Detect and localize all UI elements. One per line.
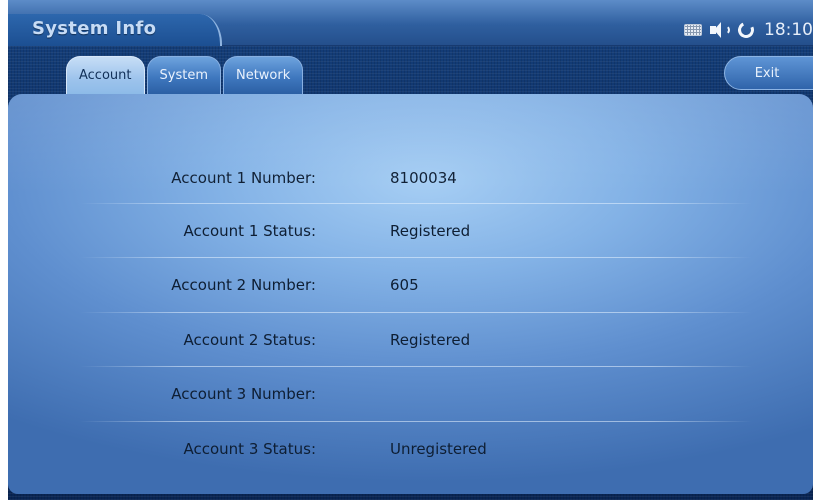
info-label: Account 1 Number: [171, 169, 316, 187]
info-label: Account 3 Number: [171, 385, 316, 403]
info-row-account-2-number: Account 2 Number: 605 [8, 258, 813, 312]
info-row-account-3-number: Account 3 Number: [8, 367, 813, 421]
title-bar: System Info 18:10 [8, 0, 813, 46]
sync-icon [735, 19, 757, 41]
info-label: Account 2 Status: [183, 331, 317, 349]
info-value: Unregistered [390, 440, 487, 458]
info-value: 605 [390, 276, 419, 294]
info-row-account-1-number: Account 1 Number: 8100034 [8, 151, 813, 205]
info-label: Account 2 Number: [171, 276, 316, 294]
tab-network[interactable]: Network [222, 56, 304, 94]
info-value: Registered [390, 222, 471, 240]
tab-account[interactable]: Account [66, 56, 145, 94]
info-label: Account 3 Status: [183, 440, 317, 458]
volume-icon[interactable] [710, 22, 730, 38]
status-area: 18:10 [676, 19, 813, 41]
tab-system[interactable]: System [146, 56, 221, 94]
info-label: Account 1 Status: [183, 222, 317, 240]
clock: 18:10 [764, 20, 813, 40]
info-value: Registered [390, 331, 471, 349]
account-info-panel: Account 1 Number: 8100034 Account 1 Stat… [8, 94, 813, 494]
info-row-account-2-status: Account 2 Status: Registered [8, 313, 813, 367]
keyboard-icon[interactable] [684, 24, 702, 36]
exit-button[interactable]: Exit [724, 56, 813, 90]
info-value: 8100034 [390, 169, 457, 187]
info-row-account-1-status: Account 1 Status: Registered [8, 204, 813, 258]
info-row-account-3-status: Account 3 Status: Unregistered [8, 422, 813, 476]
page-title: System Info [32, 18, 157, 39]
tab-bar: Account System Network [66, 56, 305, 94]
